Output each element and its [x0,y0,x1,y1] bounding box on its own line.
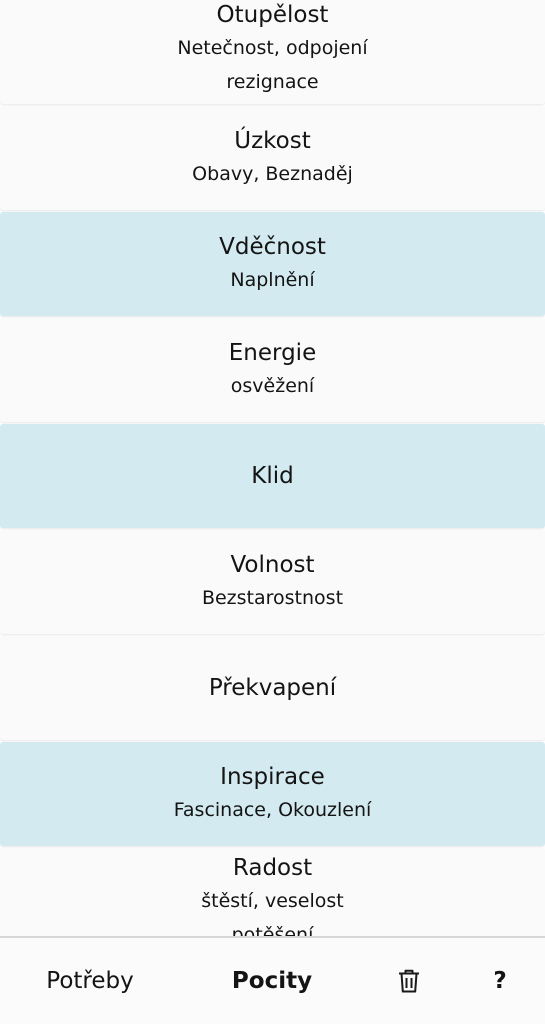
emotion-card-prekvapeni[interactable]: Překvapení [0,636,545,740]
emotion-card-vdecnost[interactable]: Vděčnost Naplnění [0,212,545,316]
emotion-card-energie[interactable]: Energie osvěžení [0,318,545,422]
emotion-subtitle: Fascinace, Okouzlení [173,799,372,821]
nav-potreby[interactable]: Potřeby [20,938,160,1024]
emotion-card-otupelost[interactable]: Otupělost Netečnost, odpojení rezignace [0,0,545,104]
emotion-card-radost[interactable]: Radost štěstí, veselost potěšení [0,848,545,936]
emotion-title: Radost [232,855,313,881]
emotion-title: Energie [228,340,317,366]
emotion-card-klid[interactable]: Klid [0,424,545,528]
trash-button[interactable] [386,938,432,1024]
emotion-card-inspirace[interactable]: Inspirace Fascinace, Okouzlení [0,742,545,846]
help-button[interactable]: ? [480,938,520,1024]
emotion-title: Klid [251,463,294,489]
emotion-title: Volnost [230,552,315,578]
screen: Otupělost Netečnost, odpojení rezignace … [0,0,545,1024]
emotion-subtitle: osvěžení [230,375,315,397]
emotion-subtitle-2: potěšení [231,924,314,936]
emotion-card-uzkost[interactable]: Úzkost Obavy, Beznaděj [0,106,545,210]
emotion-title: Inspirace [220,764,325,790]
bottom-navigation: Potřeby Pocity ? [0,936,545,1024]
emotion-title: Překvapení [208,675,337,701]
emotion-title: Vděčnost [219,234,326,260]
emotion-list[interactable]: Otupělost Netečnost, odpojení rezignace … [0,0,545,936]
emotion-subtitle: Netečnost, odpojení [177,37,368,59]
emotion-title: Úzkost [234,128,311,154]
emotion-subtitle-2: rezignace [226,71,319,93]
emotion-subtitle: Obavy, Beznaděj [192,163,353,185]
emotion-card-volnost[interactable]: Volnost Bezstarostnost [0,530,545,634]
trash-icon [399,969,419,993]
emotion-subtitle: Naplnění [230,269,315,291]
emotion-subtitle: Bezstarostnost [201,587,344,609]
nav-pocity[interactable]: Pocity [202,938,342,1024]
emotion-subtitle: štěstí, veselost [201,890,344,912]
emotion-title: Otupělost [216,2,329,28]
